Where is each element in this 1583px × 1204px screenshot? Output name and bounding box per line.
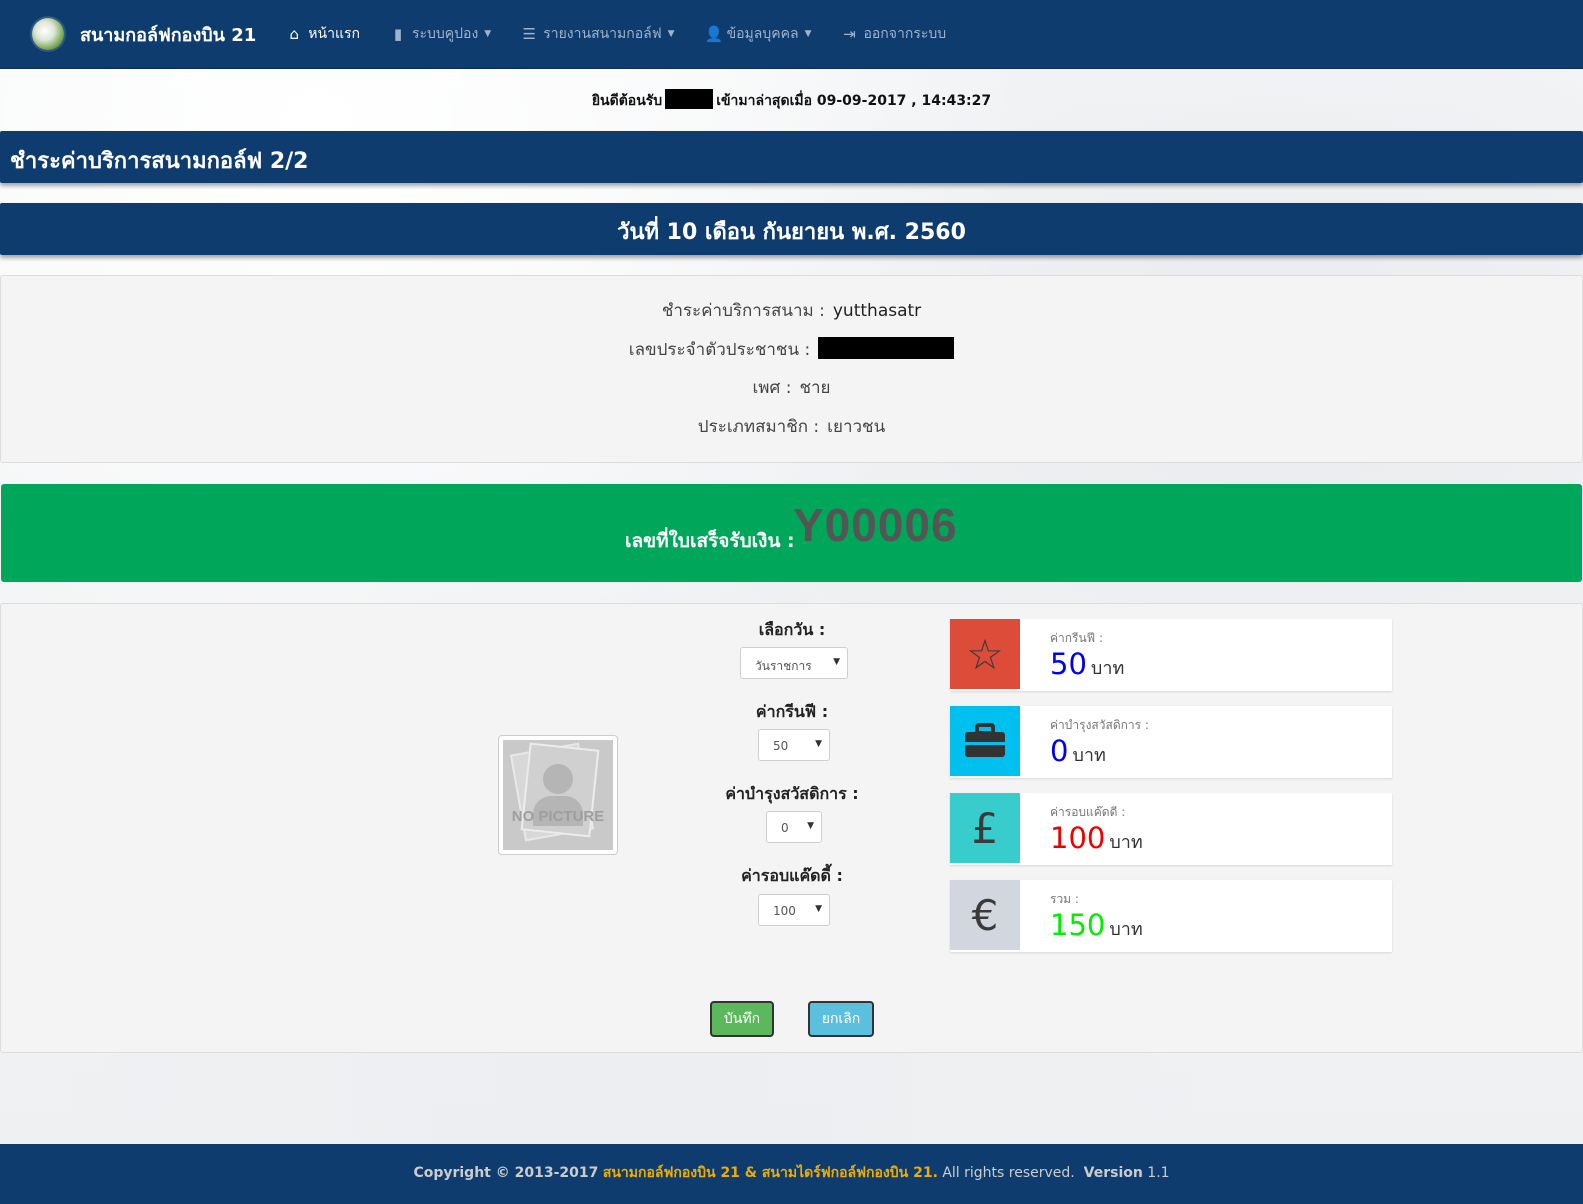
nav-item-coupon[interactable]: ▮ ระบบคูปอง ▼	[390, 23, 491, 45]
member-name-value: yutthasatr	[832, 301, 922, 321]
receipt-label: เลขที่ใบเสร็จรับเงิน :	[625, 530, 795, 552]
currency-unit: บาท	[1109, 919, 1143, 940]
footer-version-label: Version	[1083, 1165, 1143, 1181]
receipt-banner: เลขที่ใบเสร็จรับเงิน : Y00006	[1, 484, 1582, 582]
nav-item-label: ออกจากระบบ	[863, 26, 947, 42]
redacted-username	[665, 89, 714, 109]
greenfee-summary-label: ค่ากรีนฟี :	[1050, 631, 1104, 645]
no-picture-text: NO PICTURE	[511, 808, 605, 825]
member-photo: NO PICTURE	[498, 735, 618, 855]
nav-item-label: หน้าแรก	[308, 26, 360, 42]
logout-icon: ⇥	[843, 25, 856, 43]
currency-unit: บาท	[1072, 745, 1106, 766]
greenfee-select-value: 50	[773, 739, 789, 753]
total-summary-value: 150	[1050, 908, 1106, 942]
day-select-value: วันราชการ	[755, 659, 812, 673]
date-header: วันที่ 10 เดือน กันยายน พ.ศ. 2560	[617, 220, 966, 245]
member-id-row: เลขประจำตัวประชาชน :	[1, 336, 1582, 363]
home-icon: ⌂	[289, 25, 300, 43]
welfare-summary-value-line: 0 บาท	[1050, 734, 1106, 769]
date-header-bar: วันที่ 10 เดือน กันยายน พ.ศ. 2560	[0, 203, 1583, 255]
welfare-summary-label: ค่าบำรุงสวัสดิการ :	[1050, 718, 1149, 732]
caddy-summary-label: ค่ารอบแค๊ดดี :	[1050, 805, 1126, 819]
caddy-select[interactable]: 100 ▼	[758, 894, 830, 926]
pound-icon: £	[950, 793, 1020, 863]
brand-title: สนามกอล์ฟกองบิน 21	[80, 24, 257, 46]
footer-rights: All rights reserved.	[942, 1165, 1075, 1181]
nav-item-label: รายงานสนามกอล์ฟ	[543, 26, 662, 42]
member-gender-row: เพศ : ชาย	[1, 374, 1582, 401]
footer-org: สนามกอล์ฟกองบิน 21 & สนามไดร์ฟกอล์ฟกองบิ…	[602, 1165, 938, 1181]
greenfee-select-label: ค่ากรีนฟี :	[755, 702, 829, 721]
nav-item-logout[interactable]: ⇥ ออกจากระบบ	[841, 23, 946, 45]
caddy-select-value: 100	[773, 904, 796, 918]
member-name-row: ชำระค่าบริการสนาม : yutthasatr	[1, 297, 1582, 324]
caret-down-icon: ▼	[484, 29, 492, 39]
caddy-summary-box: £ ค่ารอบแค๊ดดี : 100 บาท	[950, 793, 1392, 865]
nav-item-home[interactable]: ⌂ หน้าแรก	[286, 23, 360, 45]
no-picture-placeholder-icon: NO PICTURE	[503, 740, 613, 850]
member-type-row: ประเภทสมาชิก : เยาวชน	[1, 413, 1582, 440]
select-arrow-icon: ▼	[815, 904, 822, 914]
greenfee-summary-value-line: 50 บาท	[1050, 647, 1124, 682]
caret-down-icon: ▼	[804, 29, 812, 39]
greenfee-summary-value: 50	[1050, 647, 1087, 681]
member-type-value: เยาวชน	[827, 417, 886, 437]
welcome-prefix: ยินดีต้อนรับ	[591, 93, 663, 109]
nav-item-label: ข้อมูลบุคคล	[726, 26, 799, 42]
user-icon: 👤	[704, 25, 724, 43]
nav-item-report[interactable]: ☰ รายงานสนามกอล์ฟ ▼	[521, 23, 674, 45]
last-login-value: 09-09-2017 , 14:43:27	[816, 93, 992, 109]
member-gender-label: เพศ :	[752, 378, 792, 398]
redacted-id-value	[818, 337, 955, 359]
member-name-label: ชำระค่าบริการสนาม :	[661, 301, 825, 321]
welfare-select-value: 0	[781, 821, 789, 835]
member-gender-value: ชาย	[799, 378, 831, 398]
footer: Copyright © 2013-2017 สนามกอล์ฟกองบิน 21…	[0, 1144, 1583, 1204]
welfare-summary-value: 0	[1050, 734, 1069, 768]
welcome-message: ยินดีต้อนรับ เข้ามาล่าสุดเมื่อ 09-09-2017…	[0, 89, 1583, 112]
page-title: ชำระค่าบริการสนามกอล์ฟ 2/2	[10, 149, 309, 174]
select-arrow-icon: ▼	[833, 657, 840, 667]
caddy-summary-value: 100	[1050, 821, 1106, 855]
top-navbar: สนามกอล์ฟกองบิน 21 ⌂ หน้าแรก ▮ ระบบคูปอง…	[0, 0, 1583, 69]
brand[interactable]: สนามกอล์ฟกองบิน 21	[32, 18, 256, 50]
total-summary-value-line: 150 บาท	[1050, 908, 1143, 943]
footer-version-value: 1.1	[1147, 1165, 1170, 1181]
caret-down-icon: ▼	[667, 29, 675, 39]
total-summary-label: รวม :	[1050, 892, 1079, 906]
currency-unit: บาท	[1090, 658, 1125, 679]
welfare-select[interactable]: 0 ▼	[766, 811, 822, 843]
receipt-number: Y00006	[793, 499, 958, 551]
file-icon: ▮	[393, 25, 403, 43]
nav-item-profile[interactable]: 👤 ข้อมูลบุคคล ▼	[705, 23, 812, 45]
caddy-summary-value-line: 100 บาท	[1050, 821, 1143, 856]
last-login-label: เข้ามาล่าสุดเมื่อ	[716, 93, 812, 109]
cancel-button[interactable]: ยกเลิก	[808, 1001, 874, 1037]
footer-copyright: Copyright © 2013-2017	[413, 1165, 599, 1181]
briefcase-icon	[950, 706, 1020, 776]
payment-form-panel: NO PICTURE เลือกวัน : วันราชการ ▼ ค่ากรี…	[0, 603, 1583, 1053]
member-type-label: ประเภทสมาชิก :	[697, 417, 820, 437]
page-title-bar: ชำระค่าบริการสนามกอล์ฟ 2/2	[0, 131, 1583, 183]
caddy-select-label: ค่ารอบแค๊ดดี้ :	[741, 866, 843, 885]
total-summary-box: € รวม : 150 บาท	[950, 880, 1392, 952]
member-info-panel: ชำระค่าบริการสนาม : yutthasatr เลขประจำตั…	[0, 275, 1583, 463]
greenfee-select[interactable]: 50 ▼	[758, 729, 830, 761]
member-id-label: เลขประจำตัวประชาชน :	[628, 340, 811, 360]
save-button[interactable]: บันทึก	[710, 1001, 774, 1037]
euro-icon: €	[950, 880, 1020, 950]
select-arrow-icon: ▼	[815, 739, 822, 749]
list-icon: ☰	[522, 25, 536, 43]
day-select[interactable]: วันราชการ ▼	[740, 647, 848, 679]
nav-item-label: ระบบคูปอง	[411, 26, 479, 42]
welfare-summary-box: ค่าบำรุงสวัสดิการ : 0 บาท	[950, 706, 1392, 778]
welfare-select-label: ค่าบำรุงสวัสดิการ :	[725, 784, 859, 803]
currency-unit: บาท	[1109, 832, 1143, 853]
star-icon: ☆	[950, 619, 1020, 689]
golf-ball-logo-icon	[32, 18, 64, 50]
greenfee-summary-box: ☆ ค่ากรีนฟี : 50 บาท	[950, 619, 1392, 691]
select-arrow-icon: ▼	[807, 821, 814, 831]
day-select-label: เลือกวัน :	[758, 620, 826, 639]
